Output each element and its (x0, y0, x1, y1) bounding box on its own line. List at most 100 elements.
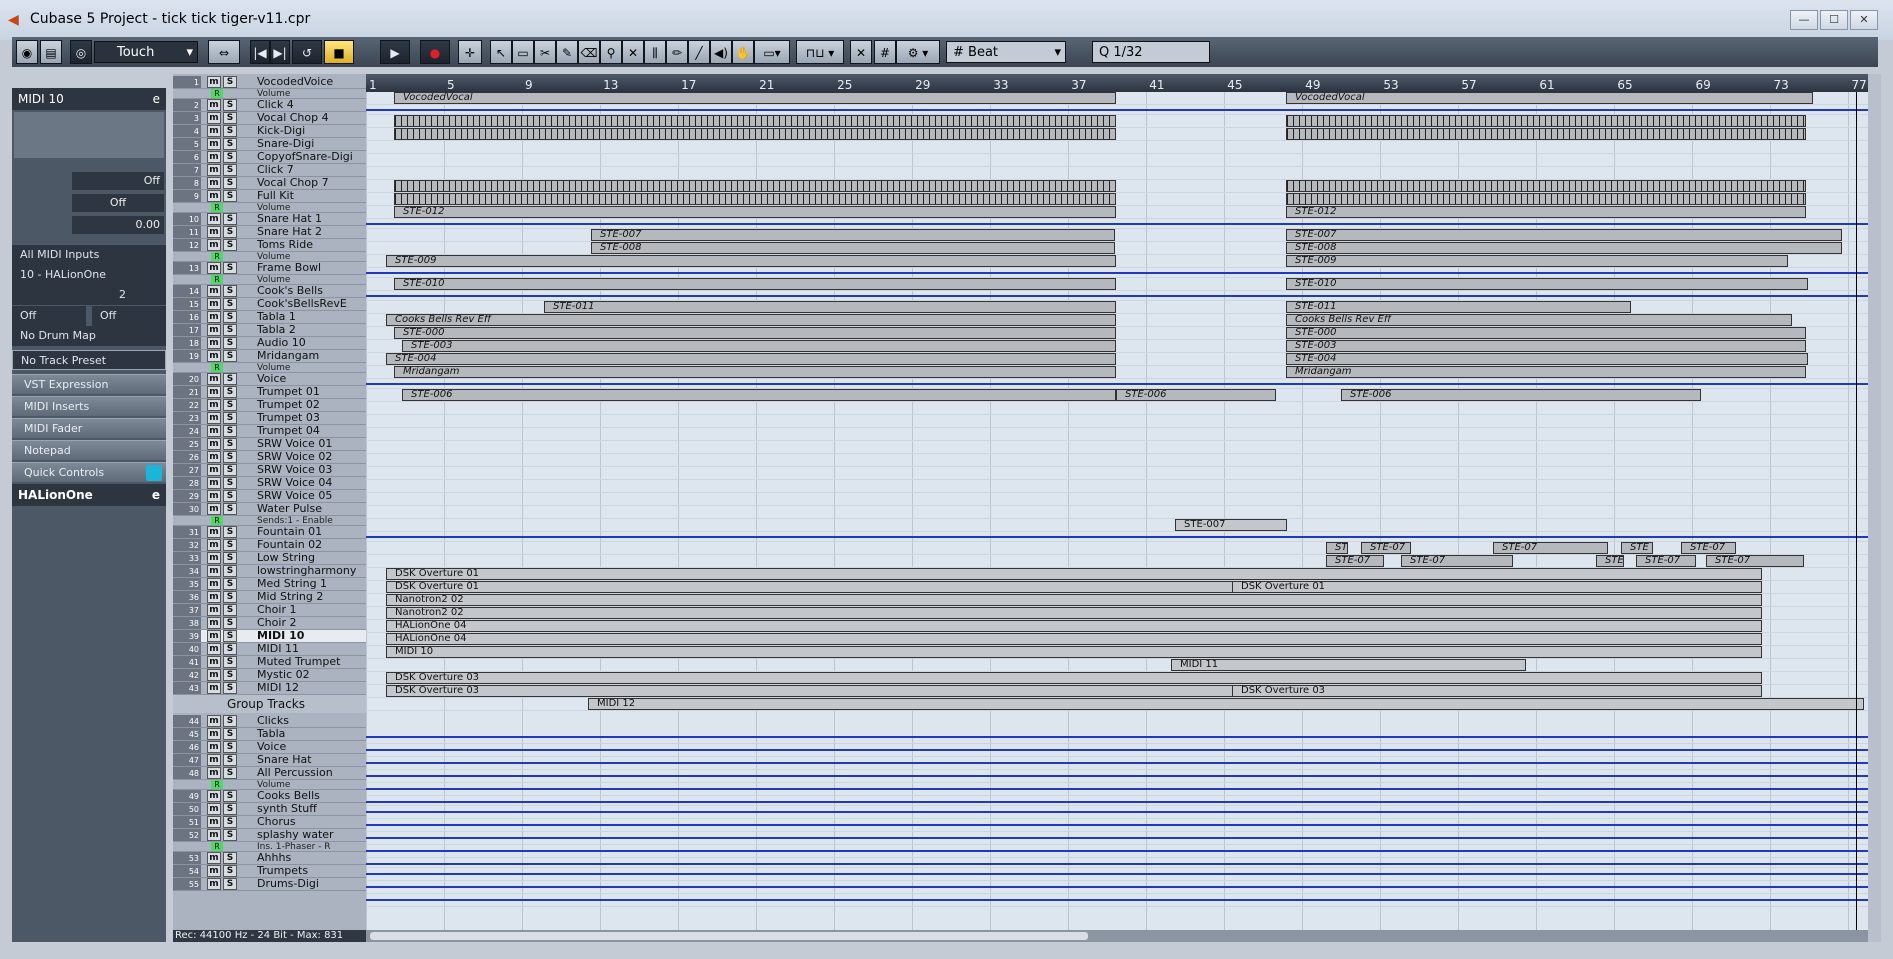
track-row[interactable]: 50 m Ssynth Stuff (173, 803, 366, 816)
event-part[interactable]: STE-012 (1286, 206, 1806, 218)
track-row[interactable]: 16 m S Tabla 1 (173, 311, 366, 324)
play-button[interactable]: ▶ (380, 40, 410, 64)
track-row[interactable]: 8 m S Vocal Chop 7 (173, 177, 366, 190)
mute-button[interactable]: m (207, 190, 221, 202)
color-swatch-icon[interactable]: ▭▾ (754, 40, 790, 64)
solo-button[interactable]: S (223, 865, 237, 877)
record-button[interactable]: ● (420, 40, 450, 64)
snap-on-off-icon[interactable]: # (874, 40, 896, 64)
solo-button[interactable]: S (223, 262, 237, 274)
event-part[interactable]: STE-008 (1286, 242, 1842, 254)
solo-button[interactable]: S (223, 125, 237, 137)
track-lane[interactable] (366, 154, 1868, 167)
mute-button[interactable]: m (207, 617, 221, 629)
mute-button[interactable]: m (207, 151, 221, 163)
solo-button[interactable]: S (223, 350, 237, 362)
automation-curve[interactable] (366, 536, 1868, 538)
event-part[interactable]: STE-07 (1401, 555, 1513, 567)
solo-button[interactable]: S (223, 630, 237, 642)
mute-button[interactable]: m (207, 565, 221, 577)
read-automation-icon[interactable]: R (211, 203, 223, 212)
erase-tool-icon[interactable]: ⌫ (578, 40, 600, 64)
solo-button[interactable]: S (223, 728, 237, 740)
automation-lane-area[interactable] (366, 291, 1868, 301)
event-part[interactable]: MIDI 12 (588, 698, 1864, 710)
track-row[interactable]: 37 m S Choir 1 (173, 604, 366, 617)
mute-button[interactable]: m (207, 754, 221, 766)
constrain-delay-icon[interactable]: ◎ (70, 40, 92, 64)
event-part[interactable]: STE-07 (1706, 555, 1804, 567)
track-row[interactable]: 25 m S SRW Voice 01 (173, 438, 366, 451)
track-row[interactable]: 30 m S Water Pulse (173, 503, 366, 516)
solo-button[interactable]: S (223, 803, 237, 815)
track-row[interactable]: 1 m S VocodedVoice (173, 76, 366, 89)
event-part[interactable]: STE-006 (1341, 389, 1701, 401)
solo-button[interactable]: S (223, 324, 237, 336)
mute-button[interactable]: m (207, 164, 221, 176)
automation-curve[interactable] (366, 886, 1868, 888)
solo-button[interactable]: S (223, 565, 237, 577)
solo-button[interactable]: S (223, 578, 237, 590)
solo-button[interactable]: S (223, 643, 237, 655)
drum-map-select[interactable]: No Drum Map (12, 326, 166, 346)
mute-button[interactable]: m (207, 715, 221, 727)
split-tool-icon[interactable]: ✂ (534, 40, 556, 64)
solo-button[interactable]: S (223, 852, 237, 864)
horizontal-scrollbar[interactable] (366, 930, 1868, 942)
event-part[interactable]: STE-000 (1286, 327, 1806, 339)
event-part[interactable]: VocodedVocal (394, 92, 1116, 104)
section-quick-controls[interactable]: Quick Controls (12, 462, 166, 482)
automation-lane-area[interactable] (366, 268, 1868, 278)
event-part[interactable] (394, 180, 1116, 192)
track-row[interactable]: 27 m S SRW Voice 03 (173, 464, 366, 477)
track-row[interactable]: 43 m S MIDI 12 (173, 682, 366, 695)
track-row[interactable]: 11 m S Snare Hat 2 (173, 226, 366, 239)
group-lane[interactable] (366, 806, 1868, 819)
event-part[interactable]: DSK Overture 01 (386, 581, 1246, 593)
event-part[interactable]: DSK Overture 03 (386, 672, 1762, 684)
solo-button[interactable]: S (223, 239, 237, 251)
track-row[interactable]: 47 m S Snare Hat (173, 754, 366, 767)
solo-button[interactable]: S (223, 715, 237, 727)
track-row[interactable]: 5 m S Snare-Digi (173, 138, 366, 151)
event-part[interactable]: STE-003 (1286, 340, 1806, 352)
mute-button[interactable]: m (207, 337, 221, 349)
read-automation-icon[interactable]: R (211, 780, 223, 789)
read-automation-icon[interactable]: R (211, 89, 223, 98)
mute-button[interactable]: m (207, 741, 221, 753)
solo-button[interactable]: S (223, 451, 237, 463)
solo-button[interactable]: S (223, 226, 237, 238)
track-row[interactable]: 21 m S Trumpet 01 (173, 386, 366, 399)
event-part[interactable]: VocodedVocal (1286, 92, 1813, 104)
track-row[interactable]: 38 m S Choir 2 (173, 617, 366, 630)
solo-button[interactable]: S (223, 829, 237, 841)
event-part[interactable] (1286, 128, 1806, 140)
solo-button[interactable]: S (223, 311, 237, 323)
event-part[interactable] (1286, 115, 1806, 127)
arrange-area[interactable]: VocodedVocal VocodedVocal STE-012 STE-012 ST… (366, 92, 1868, 930)
mute-button[interactable]: m (207, 285, 221, 297)
instrument-section[interactable]: HALionOne e (12, 484, 166, 506)
mute-button[interactable]: m (207, 865, 221, 877)
track-row[interactable]: 2 m S Click 4 (173, 99, 366, 112)
event-part[interactable]: MIDI 11 (1171, 659, 1526, 671)
mute-button[interactable]: m (207, 213, 221, 225)
mute-button[interactable]: m (207, 76, 221, 88)
event-part[interactable]: STE-010 (1286, 278, 1808, 290)
mute-button[interactable]: m (207, 399, 221, 411)
automation-curve[interactable] (366, 811, 1868, 813)
solo-button[interactable]: S (223, 373, 237, 385)
automation-lane-area[interactable] (366, 105, 1868, 115)
mute-button[interactable]: m (207, 425, 221, 437)
automation-curve[interactable] (366, 788, 1868, 790)
mute-button[interactable]: m (207, 99, 221, 111)
edit-instrument-icon[interactable]: e (152, 484, 160, 506)
event-part[interactable] (394, 128, 1116, 140)
mute-button[interactable]: m (207, 503, 221, 515)
track-row[interactable]: 26 m S SRW Voice 02 (173, 451, 366, 464)
track-row[interactable]: 15 m S Cook'sBellsRevE (173, 298, 366, 311)
track-row[interactable]: 48 m S All Percussion (173, 767, 366, 780)
mute-button[interactable]: m (207, 386, 221, 398)
mute-tool-icon[interactable]: ✕ (622, 40, 644, 64)
track-row[interactable]: 29 m S SRW Voice 05 (173, 490, 366, 503)
